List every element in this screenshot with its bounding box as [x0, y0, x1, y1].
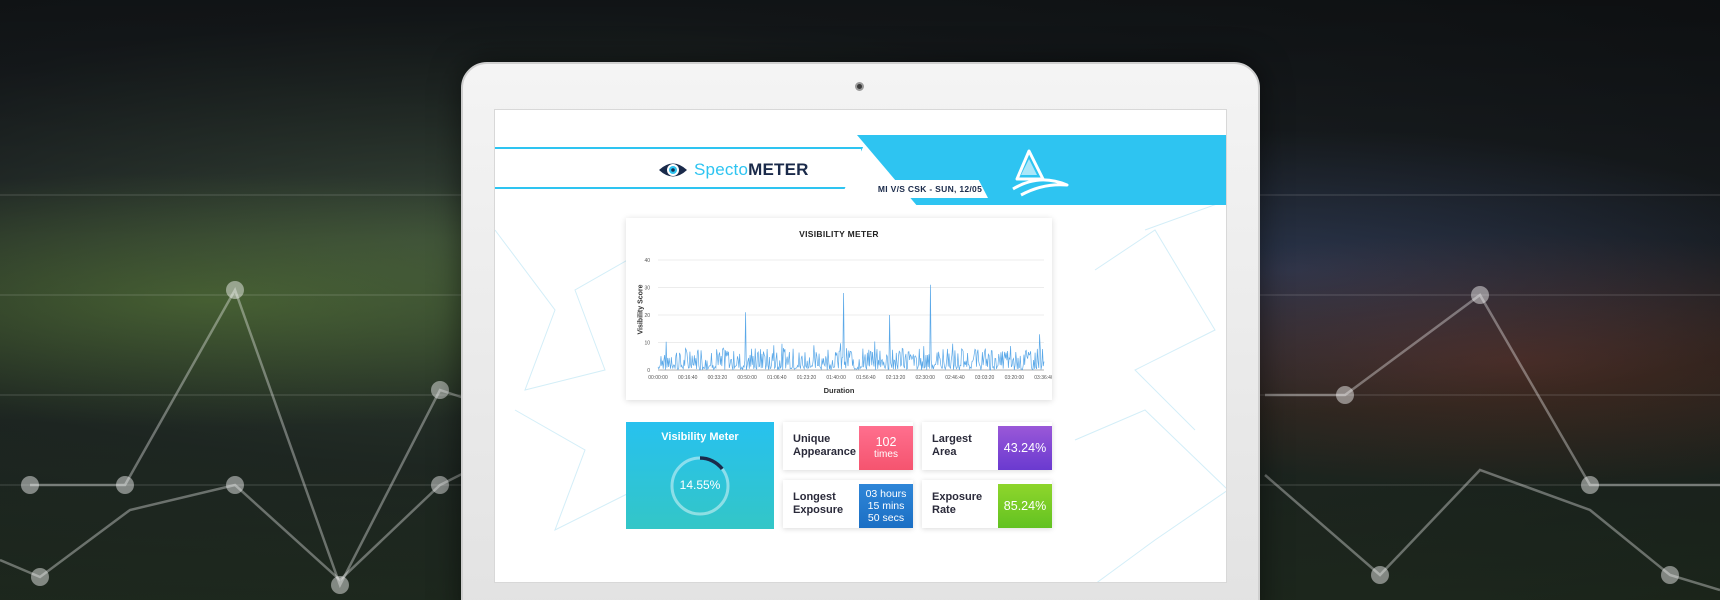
stat-label-line2: Appearance: [793, 446, 856, 458]
stat-label-line2: Exposure: [793, 504, 844, 516]
stat-value: 43.24%: [1003, 441, 1047, 455]
stat-card-longest-exposure: Longest Exposure 03 hours 15 mins 50 secs: [783, 480, 913, 528]
laptop-screen: SpectoMETER MI V/S CSK - SUN, 12/05 VISI…: [494, 109, 1227, 583]
chart-xtick: 01:23:20: [797, 375, 817, 381]
chart-xtick: 00:50:00: [737, 375, 757, 381]
stat-label-line1: Unique: [793, 433, 831, 445]
chart-xlabel: Duration: [823, 386, 855, 395]
stat-label: Exposure Rate: [932, 480, 1004, 528]
stat-value: 102: [875, 435, 897, 449]
stat-label: Largest Area: [932, 422, 1004, 470]
stat-value-mins: 15 mins: [867, 500, 905, 512]
chart-ytick: 30: [644, 286, 650, 292]
chart-series-line: [657, 284, 1045, 371]
stat-badge: 85.24%: [998, 484, 1052, 528]
stat-label-line1: Exposure: [932, 491, 983, 503]
stat-value: 85.24%: [1003, 499, 1047, 513]
visibility-meter-card: Visibility Meter 14.55%: [626, 422, 774, 529]
stat-value-hours: 03 hours: [865, 488, 907, 500]
stat-card-exposure-rate: Exposure Rate 85.24%: [922, 480, 1052, 528]
chart-ytick: 0: [647, 368, 650, 374]
logo-text: SpectoMETER: [694, 160, 809, 180]
camera-icon: [855, 82, 864, 91]
eye-icon: [659, 163, 687, 177]
stat-badge: 102 times: [859, 426, 913, 470]
stat-value-secs: 50 secs: [867, 512, 905, 524]
chart-ytick: 10: [644, 341, 650, 347]
stat-unit: times: [874, 449, 898, 460]
visibility-meter-value: 14.55%: [679, 478, 721, 492]
stat-label-line2: Area: [932, 446, 957, 458]
laptop-frame: SpectoMETER MI V/S CSK - SUN, 12/05 VISI…: [461, 62, 1260, 600]
stat-label-line1: Longest: [793, 491, 836, 503]
chart-xtick: 00:00:00: [648, 375, 668, 381]
chart-xtick: 01:56:40: [856, 375, 876, 381]
stat-label: Unique Appearance: [793, 422, 865, 470]
chart-xtick: 00:33:20: [708, 375, 728, 381]
match-label: MI V/S CSK - SUN, 12/05: [872, 180, 988, 198]
stat-label-line1: Largest: [932, 433, 972, 445]
chart-ylabel: Visibility Score: [637, 284, 645, 335]
chart-xtick: 00:16:40: [678, 375, 698, 381]
chart-ytick: 40: [644, 258, 650, 264]
visibility-meter-title: Visibility Meter: [661, 431, 739, 443]
stat-badge: 43.24%: [998, 426, 1052, 470]
chart-xtick: 03:20:00: [1005, 375, 1025, 381]
logo-prefix: Specto: [694, 160, 749, 179]
brand-logo-icon: [1012, 149, 1069, 197]
chart-xtick: 02:13:20: [886, 375, 906, 381]
visibility-chart-card: VISIBILITY METER 0 10 20 30 40 00:00:00 00:16:…: [626, 218, 1052, 400]
stat-label: Longest Exposure: [793, 480, 865, 528]
chart-xtick: 02:30:00: [915, 375, 935, 381]
chart-xtick: 02:46:40: [945, 375, 965, 381]
stat-label-line2: Rate: [932, 504, 956, 516]
stat-card-largest-area: Largest Area 43.24%: [922, 422, 1052, 470]
chart-xtick: 03:36:40: [1034, 375, 1052, 381]
logo-suffix: METER: [748, 160, 809, 179]
chart-ytick: 20: [644, 313, 650, 319]
spectometer-logo: SpectoMETER: [658, 158, 809, 182]
visibility-chart: 0 10 20 30 40 00:00:00 00:16:40 00:33:20 00:50:0…: [644, 258, 1052, 381]
chart-xtick: 03:03:20: [975, 375, 995, 381]
chart-xtick: 01:40:00: [826, 375, 846, 381]
chart-xtick: 01:06:40: [767, 375, 787, 381]
stat-card-unique-appearance: Unique Appearance 102 times: [783, 422, 913, 470]
stat-badge: 03 hours 15 mins 50 secs: [859, 484, 913, 528]
